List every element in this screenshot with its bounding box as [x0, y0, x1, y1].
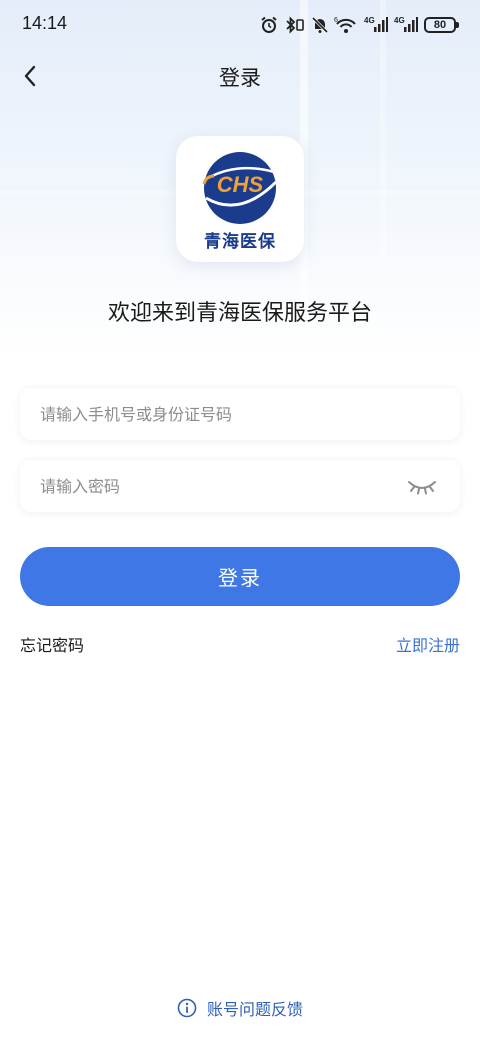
login-button[interactable]: 登录 — [20, 547, 460, 606]
emblem-text: CHS — [217, 172, 264, 197]
wifi-icon: 6 — [334, 17, 356, 33]
page-title: 登录 — [219, 66, 261, 90]
info-icon — [177, 998, 197, 1018]
password-visibility-toggle[interactable] — [406, 474, 438, 498]
feedback-label: 账号问题反馈 — [206, 1000, 303, 1019]
status-icons: 6 4G 4G 80 — [260, 14, 459, 36]
password-field[interactable] — [20, 460, 460, 512]
wifi-badge: 6 — [334, 17, 338, 24]
account-field[interactable] — [20, 388, 460, 440]
nav-bar: 登录 — [0, 50, 480, 102]
signal-icon-1: 4G — [364, 16, 388, 32]
network-label-2: 4G — [394, 16, 405, 25]
signal-icon-2: 4G — [394, 16, 418, 32]
account-feedback-link[interactable]: 账号问题反馈 — [0, 996, 480, 1020]
app-logo: CHS 青海医保 — [176, 136, 304, 262]
mute-bell-icon — [312, 16, 328, 34]
register-link[interactable]: 立即注册 — [396, 632, 460, 656]
eye-closed-icon — [408, 481, 436, 495]
account-input[interactable] — [40, 388, 400, 440]
forgot-password-link[interactable]: 忘记密码 — [20, 632, 84, 656]
status-bar: 14:14 6 4G 4G 80 — [0, 0, 480, 50]
bluetooth-vibrate-icon — [286, 16, 304, 34]
welcome-text: 欢迎来到青海医保服务平台 — [107, 301, 372, 326]
alarm-icon — [261, 16, 277, 33]
status-time: 14:14 — [22, 13, 68, 33]
battery-icon: 80 — [424, 17, 459, 33]
logo-caption: 青海医保 — [204, 232, 276, 252]
password-input[interactable] — [40, 460, 400, 512]
network-label-1: 4G — [364, 16, 375, 25]
chs-emblem-icon: CHS — [202, 152, 278, 224]
